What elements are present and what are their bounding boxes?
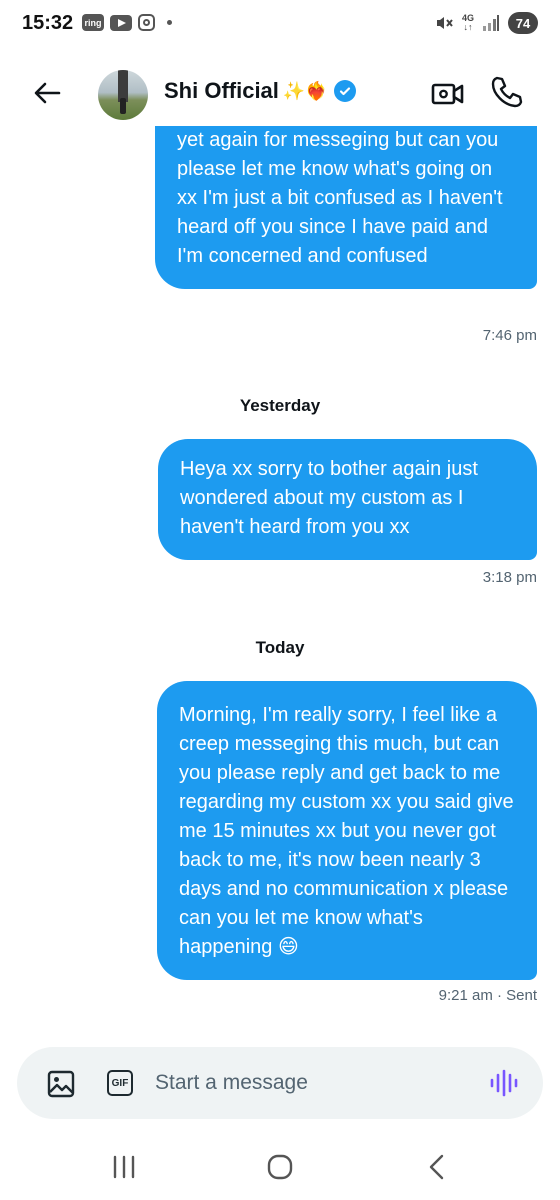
- battery-indicator: 74: [508, 12, 538, 34]
- message-bubble[interactable]: yet again for messeging but can you plea…: [155, 126, 537, 289]
- signal-icon: [483, 15, 499, 31]
- contact-name-row[interactable]: Shi Official ✨❤️‍🔥: [164, 78, 356, 104]
- voice-message-button[interactable]: [489, 1068, 519, 1098]
- message-list[interactable]: yet again for messeging but can you plea…: [0, 126, 560, 1036]
- message-timestamp: 3:18 pm: [482, 569, 537, 586]
- network-type: 4G ↓↑: [461, 13, 474, 32]
- phone-icon: [491, 76, 523, 108]
- image-icon: [47, 1070, 75, 1098]
- gif-icon: GIF: [111, 1077, 129, 1089]
- ring-app-icon: ring: [82, 14, 104, 31]
- youtube-icon: [110, 14, 132, 31]
- date-separator: Today: [255, 638, 305, 657]
- more-notifications-icon: [167, 20, 172, 25]
- status-bar: 15:32 ring 4G ↓↑ 74: [0, 0, 560, 52]
- recents-icon: [113, 1155, 135, 1179]
- system-icons: 4G ↓↑ 74: [434, 12, 538, 34]
- notification-icons: ring: [82, 14, 172, 31]
- message-bubble[interactable]: Morning, I'm really sorry, I feel like a…: [157, 681, 537, 980]
- status-time: 15:32: [22, 12, 74, 34]
- back-arrow-icon: [34, 82, 61, 104]
- instagram-icon: [138, 14, 155, 31]
- system-nav-bar: [0, 1136, 560, 1200]
- recents-button[interactable]: [110, 1154, 138, 1180]
- home-icon: [267, 1154, 293, 1180]
- add-image-button[interactable]: [47, 1070, 75, 1098]
- message-input[interactable]: [155, 1065, 475, 1101]
- gif-button[interactable]: GIF: [107, 1070, 133, 1096]
- date-separator: Yesterday: [239, 396, 321, 415]
- avatar[interactable]: [98, 70, 148, 120]
- message-composer: GIF: [17, 1047, 543, 1119]
- video-call-icon: [431, 83, 464, 105]
- conversation-header: Shi Official ✨❤️‍🔥: [0, 60, 560, 126]
- home-button[interactable]: [266, 1153, 294, 1181]
- message-bubble[interactable]: Heya xx sorry to bother again just wonde…: [158, 439, 537, 560]
- mute-icon: [436, 17, 453, 29]
- message-timestamp: 9:21 am · Sent: [438, 987, 537, 1004]
- system-back-button[interactable]: [426, 1153, 448, 1181]
- message-timestamp: 7:46 pm: [482, 327, 537, 344]
- voice-icon: [490, 1069, 518, 1097]
- back-button[interactable]: [30, 76, 64, 110]
- verified-icon: [333, 80, 356, 102]
- video-call-button[interactable]: [430, 78, 466, 110]
- phone-call-button[interactable]: [488, 74, 524, 110]
- nav-back-icon: [429, 1154, 444, 1180]
- name-emoji: ✨❤️‍🔥: [282, 80, 328, 101]
- contact-name: Shi Official: [164, 78, 279, 103]
